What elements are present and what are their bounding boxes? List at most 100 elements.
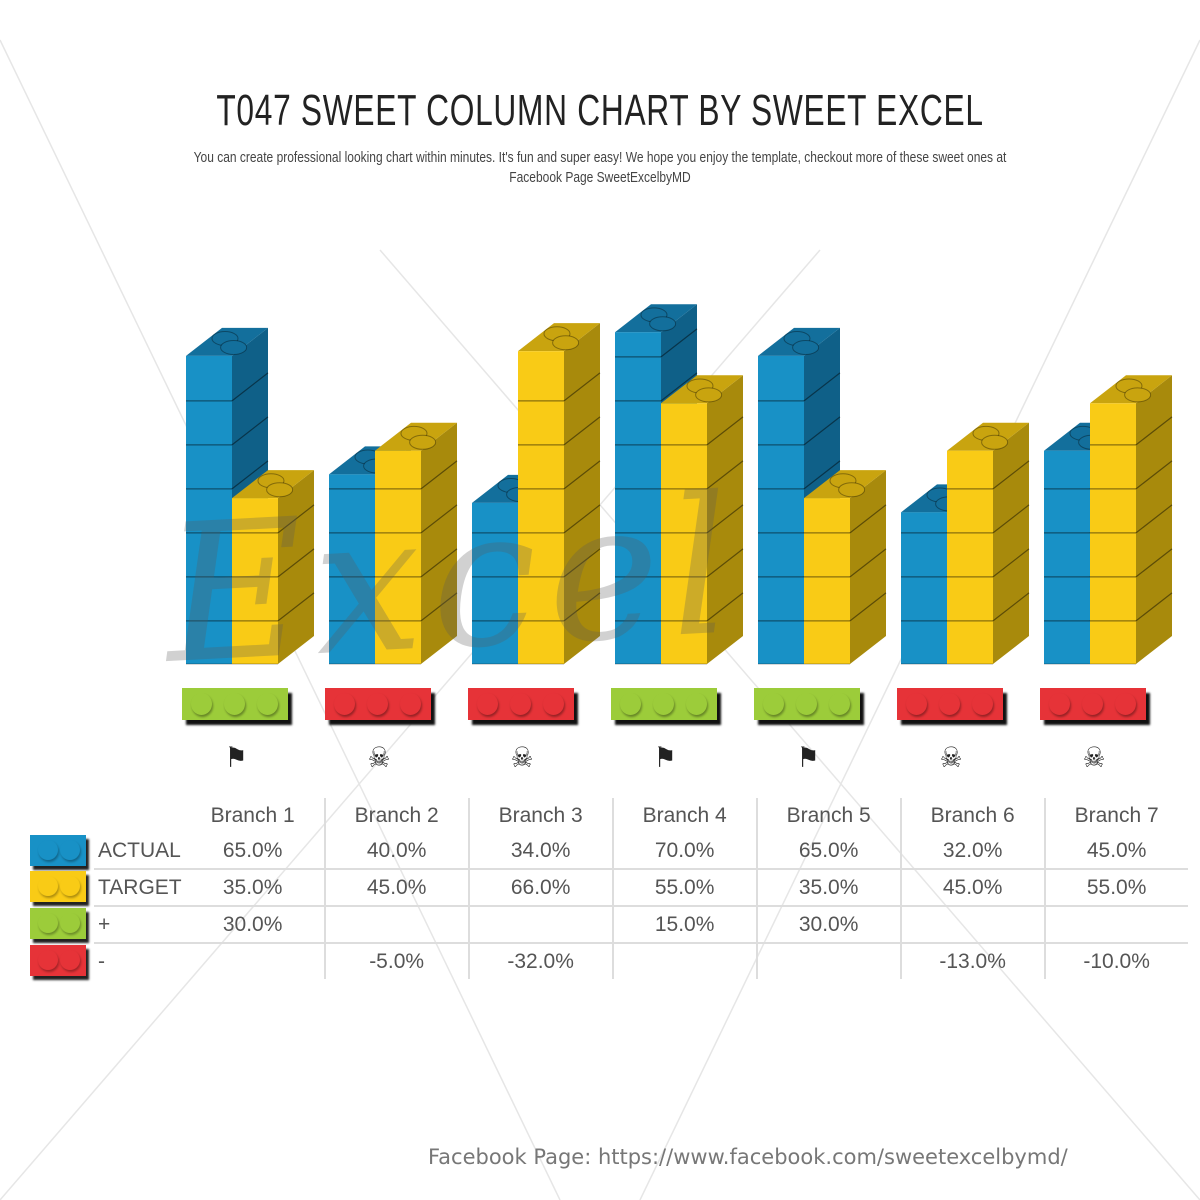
status-row: ⚑ ☠ ☠ ⚑ ⚑ ☠ ☠ bbox=[0, 688, 1200, 788]
brick-stud bbox=[477, 693, 498, 715]
checkered-flag-icon: ⚑ bbox=[224, 741, 248, 774]
brick-stud bbox=[38, 913, 58, 933]
table-corner bbox=[26, 798, 94, 833]
brick-stud bbox=[38, 876, 58, 896]
actual-bar-4-front bbox=[615, 332, 661, 664]
target-bar-4-stud bbox=[695, 387, 723, 403]
legend-brick-icon bbox=[30, 871, 86, 902]
legend-swatch-cell bbox=[26, 833, 94, 869]
actual-bar-7-front bbox=[1044, 450, 1090, 664]
brick-stud bbox=[906, 693, 927, 715]
target-bar-7-stud bbox=[1124, 387, 1152, 403]
negative-indicator-brick bbox=[897, 688, 1003, 720]
legend-brick-icon bbox=[30, 835, 86, 866]
table-cell: 70.0% bbox=[611, 833, 757, 870]
skull-crossbones-icon: ☠ bbox=[510, 741, 534, 774]
brick-stud bbox=[38, 840, 58, 860]
header-branch-5: Branch 5 bbox=[755, 798, 901, 833]
row-label: - bbox=[98, 949, 105, 973]
brick-stud bbox=[1082, 693, 1103, 715]
brick-stud bbox=[38, 950, 58, 970]
table-cell: -10.0% bbox=[1043, 943, 1188, 979]
brick-stud bbox=[367, 693, 388, 715]
checkered-flag-icon: ⚑ bbox=[653, 741, 677, 774]
target-bar-2-front bbox=[375, 450, 421, 664]
actual-bar-1-stud bbox=[220, 340, 248, 355]
table-cell: 65.0% bbox=[181, 833, 325, 870]
brick-stud bbox=[543, 693, 564, 715]
target-bar-3-stud bbox=[552, 335, 580, 351]
target-bar-5-front bbox=[804, 498, 850, 664]
table-cell: 35.0% bbox=[181, 869, 325, 907]
legend-swatch-cell bbox=[26, 906, 94, 943]
table-cell bbox=[182, 943, 325, 979]
brick-stud bbox=[400, 693, 421, 715]
brick-stud bbox=[939, 693, 960, 715]
legend-brick-icon bbox=[30, 908, 86, 939]
brick-stud bbox=[796, 693, 817, 715]
table-cell: 32.0% bbox=[899, 833, 1045, 870]
table-cell: 55.0% bbox=[1043, 869, 1188, 907]
table-cell: 40.0% bbox=[323, 833, 469, 870]
table-cell: -5.0% bbox=[323, 943, 469, 979]
brick-stud bbox=[60, 950, 80, 970]
brick-stud bbox=[60, 840, 80, 860]
header-branch-1: Branch 1 bbox=[210, 803, 295, 827]
table-corner-label bbox=[94, 798, 182, 833]
header-branch-3: Branch 3 bbox=[467, 798, 613, 833]
brick-stud bbox=[60, 876, 80, 896]
target-bar-1-front bbox=[232, 498, 278, 664]
target-bar-4-side bbox=[707, 375, 743, 664]
legend-brick-icon bbox=[30, 945, 86, 976]
brick-stud bbox=[191, 693, 212, 715]
negative-indicator-brick bbox=[468, 688, 574, 720]
target-bar-6-front bbox=[947, 450, 993, 664]
actual-bar-5-stud bbox=[792, 340, 820, 355]
brick-stud bbox=[334, 693, 355, 715]
positive-indicator-brick bbox=[754, 688, 860, 720]
negative-indicator-brick bbox=[1040, 688, 1146, 720]
brick-stud bbox=[686, 693, 707, 715]
brick-stud bbox=[60, 913, 80, 933]
target-bar-2-stud bbox=[409, 434, 437, 450]
table-cell: 55.0% bbox=[611, 869, 757, 907]
row-label: TARGET bbox=[94, 869, 182, 907]
actual-bar-5-front bbox=[758, 355, 804, 664]
positive-indicator-brick bbox=[611, 688, 717, 720]
table-cell: 45.0% bbox=[899, 869, 1045, 907]
brick-stud bbox=[257, 693, 278, 715]
actual-bar-6-front bbox=[901, 512, 947, 664]
skull-crossbones-icon: ☠ bbox=[939, 741, 963, 774]
actual-bar-1-front bbox=[186, 355, 232, 664]
table-cell: 34.0% bbox=[467, 833, 613, 870]
actual-bar-4-stud bbox=[649, 316, 677, 332]
brick-stud bbox=[829, 693, 850, 715]
target-bar-2-side bbox=[421, 422, 457, 664]
table-cell: 66.0% bbox=[467, 869, 613, 907]
row-label: ACTUAL bbox=[94, 833, 182, 870]
legend-swatch-cell bbox=[26, 943, 94, 979]
table-cell bbox=[323, 906, 469, 944]
brick-stud bbox=[224, 693, 245, 715]
target-bar-1-stud bbox=[266, 482, 294, 498]
table-cell: 45.0% bbox=[323, 869, 469, 907]
table-cell: 65.0% bbox=[755, 833, 901, 870]
table-row: +30.0% 15.0% 30.0% bbox=[26, 906, 1188, 944]
brick-stud bbox=[972, 693, 993, 715]
table-cell bbox=[755, 943, 901, 979]
table-row: ACTUAL 65.0% 40.0% 34.0% 70.0% 65.0% 32.0% 45.0… bbox=[26, 833, 1188, 870]
brick-stud bbox=[653, 693, 674, 715]
table-cell: -32.0% bbox=[467, 943, 613, 979]
table-cell: 30.0% bbox=[755, 906, 901, 944]
skull-crossbones-icon: ☠ bbox=[367, 741, 391, 774]
target-bar-1-side bbox=[278, 470, 314, 664]
actual-bar-2-front bbox=[329, 474, 375, 664]
target-bar-4-front bbox=[661, 403, 707, 664]
header-branch-2: Branch 2 bbox=[323, 798, 469, 833]
table-cell: 35.0% bbox=[755, 869, 901, 907]
table-cell: 15.0% bbox=[611, 906, 757, 944]
brick-stud bbox=[1049, 693, 1070, 715]
table-header-row: Branch 1 Branch 2 Branch 3 Branch 4 Bran… bbox=[26, 798, 1188, 833]
footer-link[interactable]: Facebook Page: https://www.facebook.com/… bbox=[428, 1145, 1068, 1169]
positive-indicator-brick bbox=[182, 688, 288, 720]
